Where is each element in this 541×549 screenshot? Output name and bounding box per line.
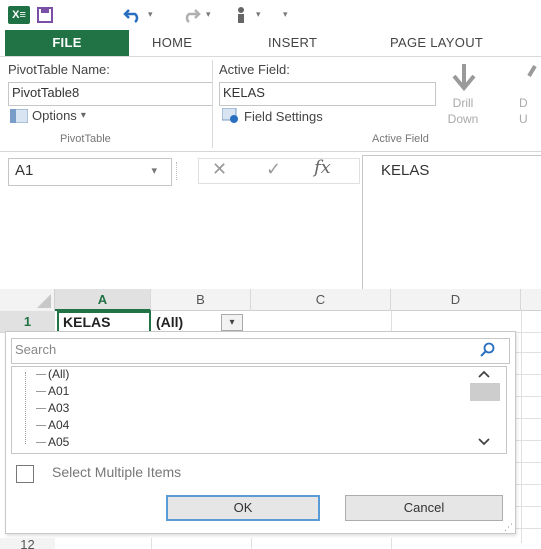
enter-formula-icon[interactable]: ✓ [266, 159, 281, 180]
gridline [516, 418, 541, 419]
formula-input[interactable]: KELAS [362, 155, 541, 293]
options-button[interactable]: Options ▾ [10, 108, 86, 123]
gridline [516, 506, 541, 507]
drill-down-label-2: Down [447, 112, 479, 126]
ribbon-tabs: FILE HOME INSERT PAGE LAYOUT [0, 30, 541, 56]
filter-dropdown-button[interactable]: ▾ [221, 314, 243, 331]
field-settings-label: Field Settings [244, 108, 323, 124]
quick-access-toolbar: X≡ ▾ ▾ ▾ ▾ [0, 0, 541, 30]
cancel-formula-icon[interactable]: ✕ [212, 159, 227, 180]
cell-b1[interactable]: (All) [152, 311, 216, 333]
filter-dropdown-icon: ▾ [229, 317, 235, 328]
name-box-dropdown-icon[interactable]: ▾ [151, 159, 157, 183]
resize-grip-icon[interactable]: ⋰ [504, 522, 513, 533]
gridline [516, 396, 541, 397]
column-header-c[interactable]: C [251, 289, 391, 311]
undo-icon[interactable] [122, 6, 144, 24]
tab-insert[interactable]: INSERT [268, 30, 317, 56]
gridline [521, 311, 522, 333]
options-dropdown-icon: ▾ [80, 110, 86, 121]
name-box-value: A1 [15, 162, 34, 179]
redo-dropdown-icon[interactable]: ▾ [206, 9, 211, 20]
drill-up-button[interactable]: D U [515, 62, 541, 130]
customize-qat-icon[interactable]: ▾ [283, 9, 288, 20]
gridline [516, 352, 541, 353]
filter-search-input[interactable]: Search [11, 338, 510, 364]
list-item[interactable]: A05 [35, 435, 69, 449]
drill-up-label-2: U [519, 112, 528, 126]
gridline [521, 333, 522, 543]
redo-icon[interactable] [180, 6, 202, 24]
field-settings-icon [222, 108, 238, 123]
active-field-input[interactable]: KELAS [219, 82, 436, 106]
pivot-name-input[interactable]: PivotTable8 [8, 82, 213, 106]
tab-home[interactable]: HOME [152, 30, 192, 56]
search-icon[interactable] [480, 342, 496, 358]
name-box[interactable]: A1 ▾ [8, 158, 172, 186]
save-icon[interactable] [37, 6, 53, 24]
drill-down-label-1: Drill [452, 96, 474, 110]
column-header-d[interactable]: D [391, 289, 521, 311]
list-item[interactable]: A03 [35, 401, 69, 415]
list-item[interactable]: A01 [35, 384, 69, 398]
gridline [391, 538, 392, 549]
tree-connector [25, 372, 27, 444]
gridline [516, 484, 541, 485]
gridline [516, 440, 541, 441]
column-header-a[interactable]: A [55, 289, 151, 311]
undo-dropdown-icon[interactable]: ▾ [148, 9, 153, 20]
options-icon [10, 108, 28, 123]
select-multiple-label: Select Multiple Items [52, 464, 182, 480]
filter-item-list [11, 366, 507, 454]
row-header-1[interactable]: 1 [0, 311, 55, 333]
touch-mode-icon[interactable] [232, 6, 250, 24]
gridline [391, 311, 392, 333]
formula-bar-grip[interactable] [176, 162, 178, 180]
select-all-triangle-icon [37, 294, 51, 308]
drill-up-icon [527, 64, 537, 78]
field-settings-button[interactable]: Field Settings [222, 108, 323, 124]
insert-function-icon[interactable]: fx [314, 157, 331, 178]
list-item[interactable]: A04 [35, 418, 69, 432]
group-label-pivottable: PivotTable [60, 133, 111, 145]
active-field-label: Active Field: [219, 62, 290, 77]
ribbon-separator [212, 60, 213, 148]
options-label: Options [32, 108, 77, 123]
scroll-down-icon[interactable] [477, 437, 491, 447]
list-item-all[interactable]: (All) [35, 367, 69, 381]
tab-file[interactable]: FILE [5, 30, 129, 56]
pivot-name-label: PivotTable Name: [8, 62, 110, 77]
gridline [516, 374, 541, 375]
gridline [516, 528, 541, 529]
drill-down-icon [452, 64, 476, 92]
ok-button[interactable]: OK [166, 495, 320, 521]
group-label-active-field: Active Field [372, 133, 429, 145]
select-multiple-checkbox[interactable] [16, 465, 34, 483]
gridline [151, 538, 152, 549]
row-header-12[interactable]: 12 [0, 538, 55, 549]
drill-up-label-1: D [519, 96, 528, 110]
cancel-button[interactable]: Cancel [345, 495, 503, 521]
excel-icon: X≡ [8, 6, 30, 24]
column-header-b[interactable]: B [151, 289, 251, 311]
touch-dropdown-icon[interactable]: ▾ [256, 9, 261, 20]
gridline [516, 462, 541, 463]
select-all-corner[interactable] [0, 289, 55, 311]
scrollbar-thumb[interactable] [470, 383, 500, 401]
gridline [251, 538, 252, 549]
tab-page-layout[interactable]: PAGE LAYOUT [390, 30, 483, 56]
drill-down-button[interactable]: Drill Down [438, 62, 488, 130]
cell-a1[interactable]: KELAS [57, 311, 151, 333]
scroll-up-icon[interactable] [477, 369, 491, 379]
